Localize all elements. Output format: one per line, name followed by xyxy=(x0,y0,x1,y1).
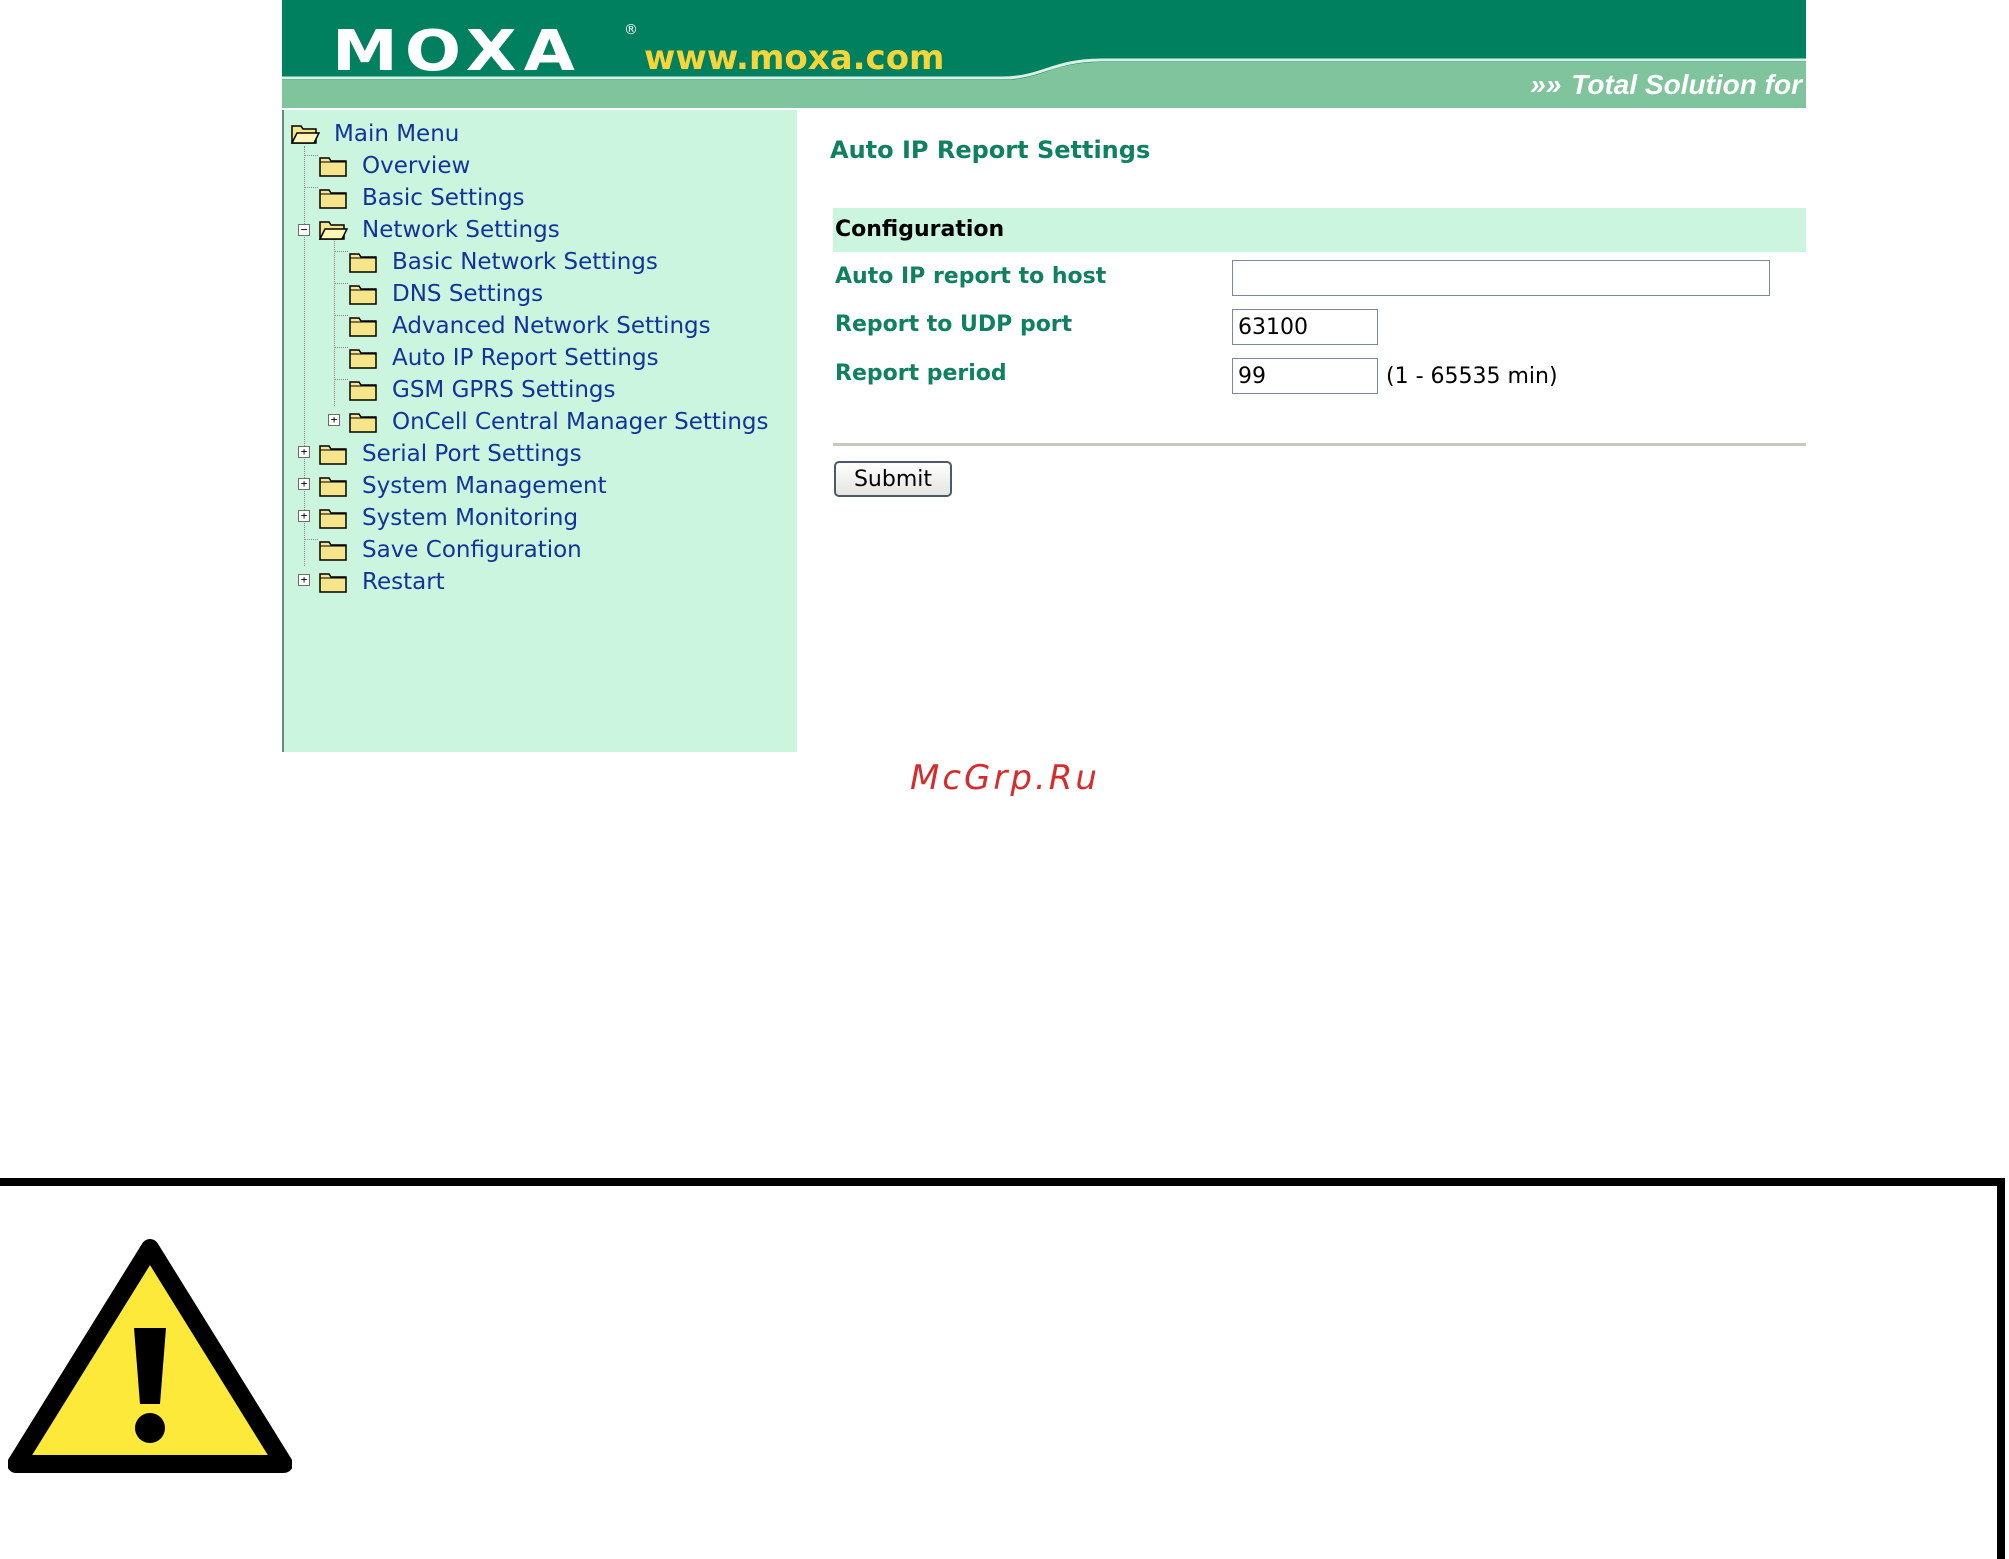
tree-line xyxy=(304,187,318,188)
report-period-hint: (1 - 65535 min) xyxy=(1386,364,1558,389)
report-period-label: Report period xyxy=(835,361,1007,386)
sidebar-item-basic-network-settings[interactable]: Basic Network Settings xyxy=(348,244,658,280)
collapse-icon[interactable]: − xyxy=(298,224,310,236)
folder-icon xyxy=(349,317,377,337)
sidebar-item-label: Advanced Network Settings xyxy=(392,313,711,339)
moxa-logo: MOXA xyxy=(332,19,582,84)
tagline-text: Total Solution for xyxy=(1571,69,1802,100)
tree-line xyxy=(334,315,348,316)
folder-icon xyxy=(319,157,347,177)
folder-icon xyxy=(349,253,377,273)
open-folder-icon xyxy=(290,125,320,144)
site-url: www.moxa.com xyxy=(644,38,945,78)
sidebar-item-label: GSM GPRS Settings xyxy=(392,377,616,403)
sidebar-item-dns-settings[interactable]: DNS Settings xyxy=(348,276,543,312)
expand-icon[interactable]: + xyxy=(298,510,310,522)
udp-port-input[interactable] xyxy=(1232,309,1378,345)
folder-icon xyxy=(349,349,377,369)
sidebar-item-label: Main Menu xyxy=(334,121,460,147)
sidebar-item-label: Save Configuration xyxy=(362,537,582,563)
auto-ip-host-input[interactable] xyxy=(1232,260,1770,296)
sidebar-item-label: Basic Settings xyxy=(362,185,525,211)
auto-ip-host-label: Auto IP report to host xyxy=(835,264,1107,289)
folder-icon xyxy=(319,573,347,593)
tree-line xyxy=(334,251,348,252)
sidebar-item-network-settings[interactable]: − Network Settings xyxy=(298,212,560,248)
sidebar-item-label: Serial Port Settings xyxy=(362,441,582,467)
sidebar-item-system-management[interactable]: + System Management xyxy=(298,468,607,504)
sidebar-item-label: System Management xyxy=(362,473,607,499)
tagline: »» Total Solution for xyxy=(1530,68,1802,102)
sidebar-item-label: Basic Network Settings xyxy=(392,249,658,275)
sidebar-item-label: Auto IP Report Settings xyxy=(392,345,659,371)
folder-icon xyxy=(319,477,347,497)
tree-line xyxy=(334,283,348,284)
sidebar-item-system-monitoring[interactable]: + System Monitoring xyxy=(298,500,579,536)
sidebar-item-label: Restart xyxy=(362,569,445,595)
header-banner: MOXA ® www.moxa.com »» Total Solution for xyxy=(282,0,1806,108)
main-content: Auto IP Report Settings Configuration Au… xyxy=(830,110,1806,752)
folder-icon xyxy=(319,541,347,561)
tree-line xyxy=(304,539,318,540)
sidebar-item-basic-settings[interactable]: Basic Settings xyxy=(318,180,525,216)
folder-icon xyxy=(349,285,377,305)
sidebar-item-label: Network Settings xyxy=(362,217,560,243)
sidebar-item-main-menu[interactable]: Main Menu xyxy=(290,116,459,152)
sidebar-item-label: Overview xyxy=(362,153,471,179)
sidebar-menu: Main Menu Overview Basic Settings − Netw… xyxy=(282,110,797,752)
expand-icon[interactable]: + xyxy=(328,414,340,426)
expand-icon[interactable]: + xyxy=(298,446,310,458)
udp-port-label: Report to UDP port xyxy=(835,312,1073,337)
sidebar-item-restart[interactable]: + Restart xyxy=(298,564,445,600)
tree-line xyxy=(304,155,318,156)
expand-icon[interactable]: + xyxy=(298,478,310,490)
open-folder-icon xyxy=(318,221,348,240)
web-console: MOXA ® www.moxa.com »» Total Solution for… xyxy=(282,0,1806,752)
warning-box xyxy=(0,1178,2005,1559)
sidebar-item-auto-ip-report-settings[interactable]: Auto IP Report Settings xyxy=(348,340,659,376)
sidebar-item-overview[interactable]: Overview xyxy=(318,148,470,184)
sidebar-item-label: DNS Settings xyxy=(392,281,544,307)
folder-icon xyxy=(319,509,347,529)
tree-line xyxy=(304,146,305,566)
registered-mark: ® xyxy=(624,22,638,38)
page-title: Auto IP Report Settings xyxy=(830,136,1151,164)
submit-button[interactable]: Submit xyxy=(834,461,952,497)
report-period-input[interactable] xyxy=(1232,358,1378,394)
sidebar-item-save-configuration[interactable]: Save Configuration xyxy=(318,532,582,568)
sidebar-item-label: OnCell Central Manager Settings xyxy=(392,409,769,435)
tree-line xyxy=(334,347,348,348)
folder-icon xyxy=(349,381,377,401)
sidebar-item-advanced-network-settings[interactable]: Advanced Network Settings xyxy=(348,308,711,344)
watermark: McGrp.Ru xyxy=(910,758,1100,798)
expand-icon[interactable]: + xyxy=(298,574,310,586)
sidebar-item-oncell-central-manager-settings[interactable]: + OnCell Central Manager Settings xyxy=(328,404,769,440)
sidebar-item-label: System Monitoring xyxy=(362,505,579,531)
double-chevron-icon: »» xyxy=(1530,69,1562,100)
divider xyxy=(833,443,1806,446)
warning-icon xyxy=(8,1239,292,1473)
sidebar-item-serial-port-settings[interactable]: + Serial Port Settings xyxy=(298,436,582,472)
section-header: Configuration xyxy=(833,208,1806,252)
folder-icon xyxy=(319,445,347,465)
folder-icon xyxy=(319,189,347,209)
tree-line xyxy=(334,379,348,380)
sidebar-item-gsm-gprs-settings[interactable]: GSM GPRS Settings xyxy=(348,372,616,408)
folder-icon xyxy=(349,413,377,433)
